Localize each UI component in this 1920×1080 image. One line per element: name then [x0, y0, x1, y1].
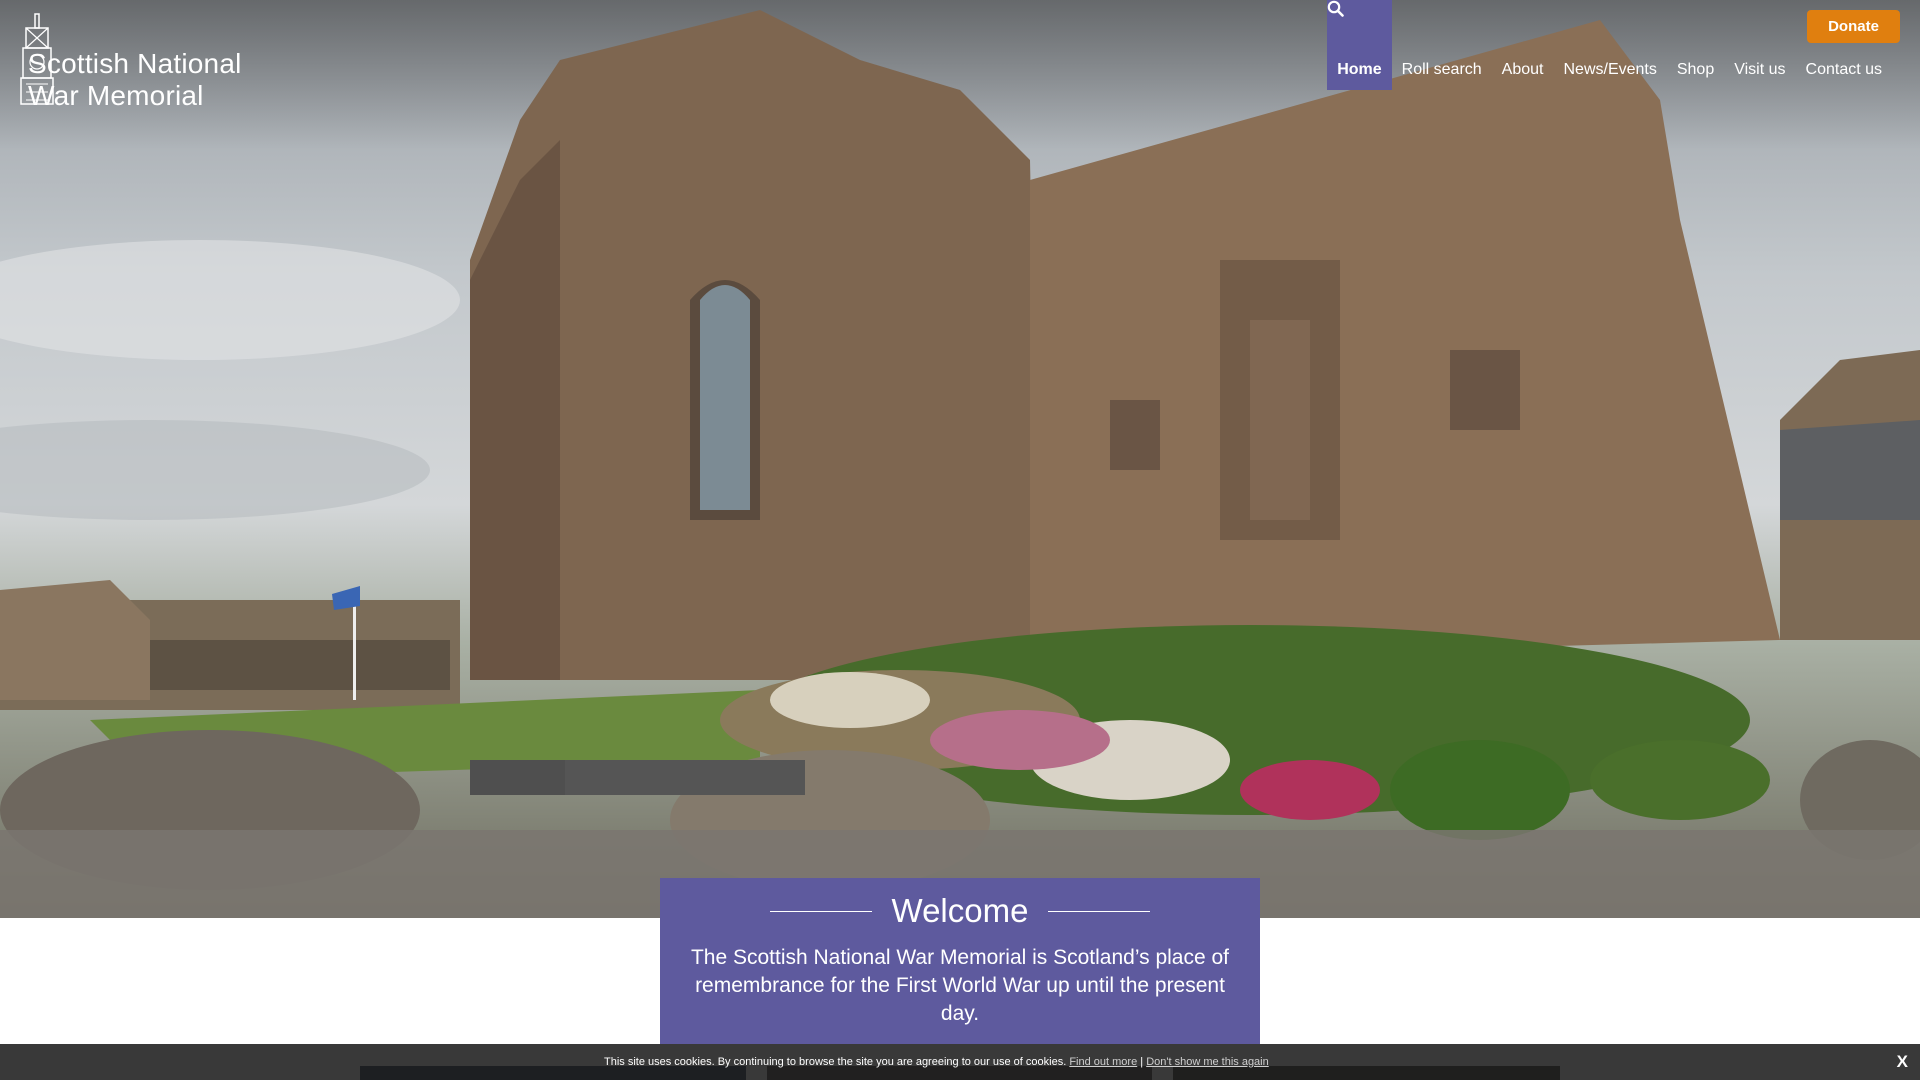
nav-visit-us[interactable]: Visit us: [1724, 0, 1795, 90]
cookie-close-button[interactable]: X: [1897, 1052, 1908, 1072]
hero-image: Scottish National War Memorial Home Roll…: [0, 0, 1920, 918]
cookie-message: This site uses cookies. By continuing to…: [604, 1056, 1067, 1068]
cookie-banner: This site uses cookies. By continuing to…: [0, 1044, 1920, 1080]
welcome-heading: Welcome: [660, 892, 1260, 930]
war-memorial-photo: [0, 10, 1920, 918]
site-logo[interactable]: Scottish National War Memorial: [20, 12, 242, 112]
divider-right: [1048, 910, 1151, 912]
nav-shop[interactable]: Shop: [1667, 0, 1724, 90]
donate-button[interactable]: Donate: [1807, 10, 1900, 43]
cookie-message-row: This site uses cookies. By continuing to…: [604, 1056, 1269, 1068]
welcome-title: Welcome: [891, 892, 1029, 929]
memorial-crest-icon: [20, 13, 54, 105]
site-title: Scottish National War Memorial: [28, 48, 242, 112]
nav-roll-search[interactable]: Roll search: [1392, 0, 1492, 90]
welcome-panel: Welcome The Scottish National War Memori…: [660, 878, 1260, 1044]
nav-about[interactable]: About: [1492, 0, 1554, 90]
nav-news-events[interactable]: News/Events: [1553, 0, 1666, 90]
search-icon: [1327, 0, 1344, 17]
logo-line-2: War Memorial: [28, 80, 204, 111]
dont-show-again-link[interactable]: Don't show me this again: [1146, 1056, 1269, 1068]
find-out-more-link[interactable]: Find out more: [1069, 1056, 1137, 1068]
cookie-separator: |: [1140, 1056, 1144, 1068]
logo-line-1: Scottish National: [28, 48, 242, 79]
welcome-description: The Scottish National War Memorial is Sc…: [690, 946, 1230, 1025]
divider-left: [769, 910, 872, 912]
